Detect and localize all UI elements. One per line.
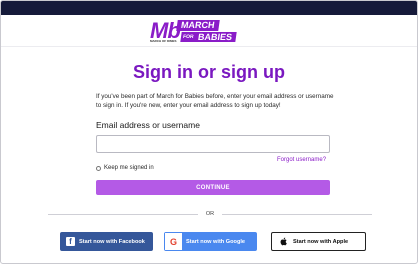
intro-text: If you've been part of March for Babies … [96, 93, 334, 109]
apple-icon [280, 237, 287, 246]
top-bar [1, 1, 417, 15]
keep-signed-in-checkbox[interactable] [96, 165, 101, 171]
facebook-signin-button[interactable]: f Start now with Facebook [60, 232, 153, 251]
divider-right [222, 214, 372, 215]
signin-page: Mb MARCH OF DIMES MARCH FOR BABIES Sign … [0, 0, 418, 264]
continue-button[interactable]: CONTINUE [96, 180, 330, 195]
march-for-babies-logo[interactable]: Mb MARCH OF DIMES MARCH FOR BABIES [150, 20, 260, 44]
google-icon-box: G [165, 233, 182, 250]
forgot-username-link[interactable]: Forgot username? [277, 156, 326, 164]
logo-word-march: MARCH [176, 20, 220, 31]
facebook-button-label: Start now with Facebook [79, 238, 145, 245]
or-divider-text: OR [205, 211, 215, 217]
facebook-icon: f [66, 237, 75, 246]
email-label: Email address or username [96, 120, 200, 130]
keep-signed-in[interactable]: Keep me signed in [96, 164, 154, 172]
divider-left [48, 214, 198, 215]
logo-subtext: MARCH OF DIMES [150, 39, 177, 43]
email-input[interactable] [96, 135, 330, 153]
google-icon: G [169, 236, 177, 247]
logo-word-babies: BABIES [193, 32, 237, 42]
apple-button-label: Start now with Apple [293, 238, 349, 245]
google-signin-button[interactable]: G Start now with Google [164, 232, 257, 251]
google-button-label: Start now with Google [186, 238, 246, 245]
apple-signin-button[interactable]: Start now with Apple [271, 232, 366, 251]
keep-signed-in-label[interactable]: Keep me signed in [104, 164, 154, 172]
page-title: Sign in or sign up [133, 62, 285, 82]
